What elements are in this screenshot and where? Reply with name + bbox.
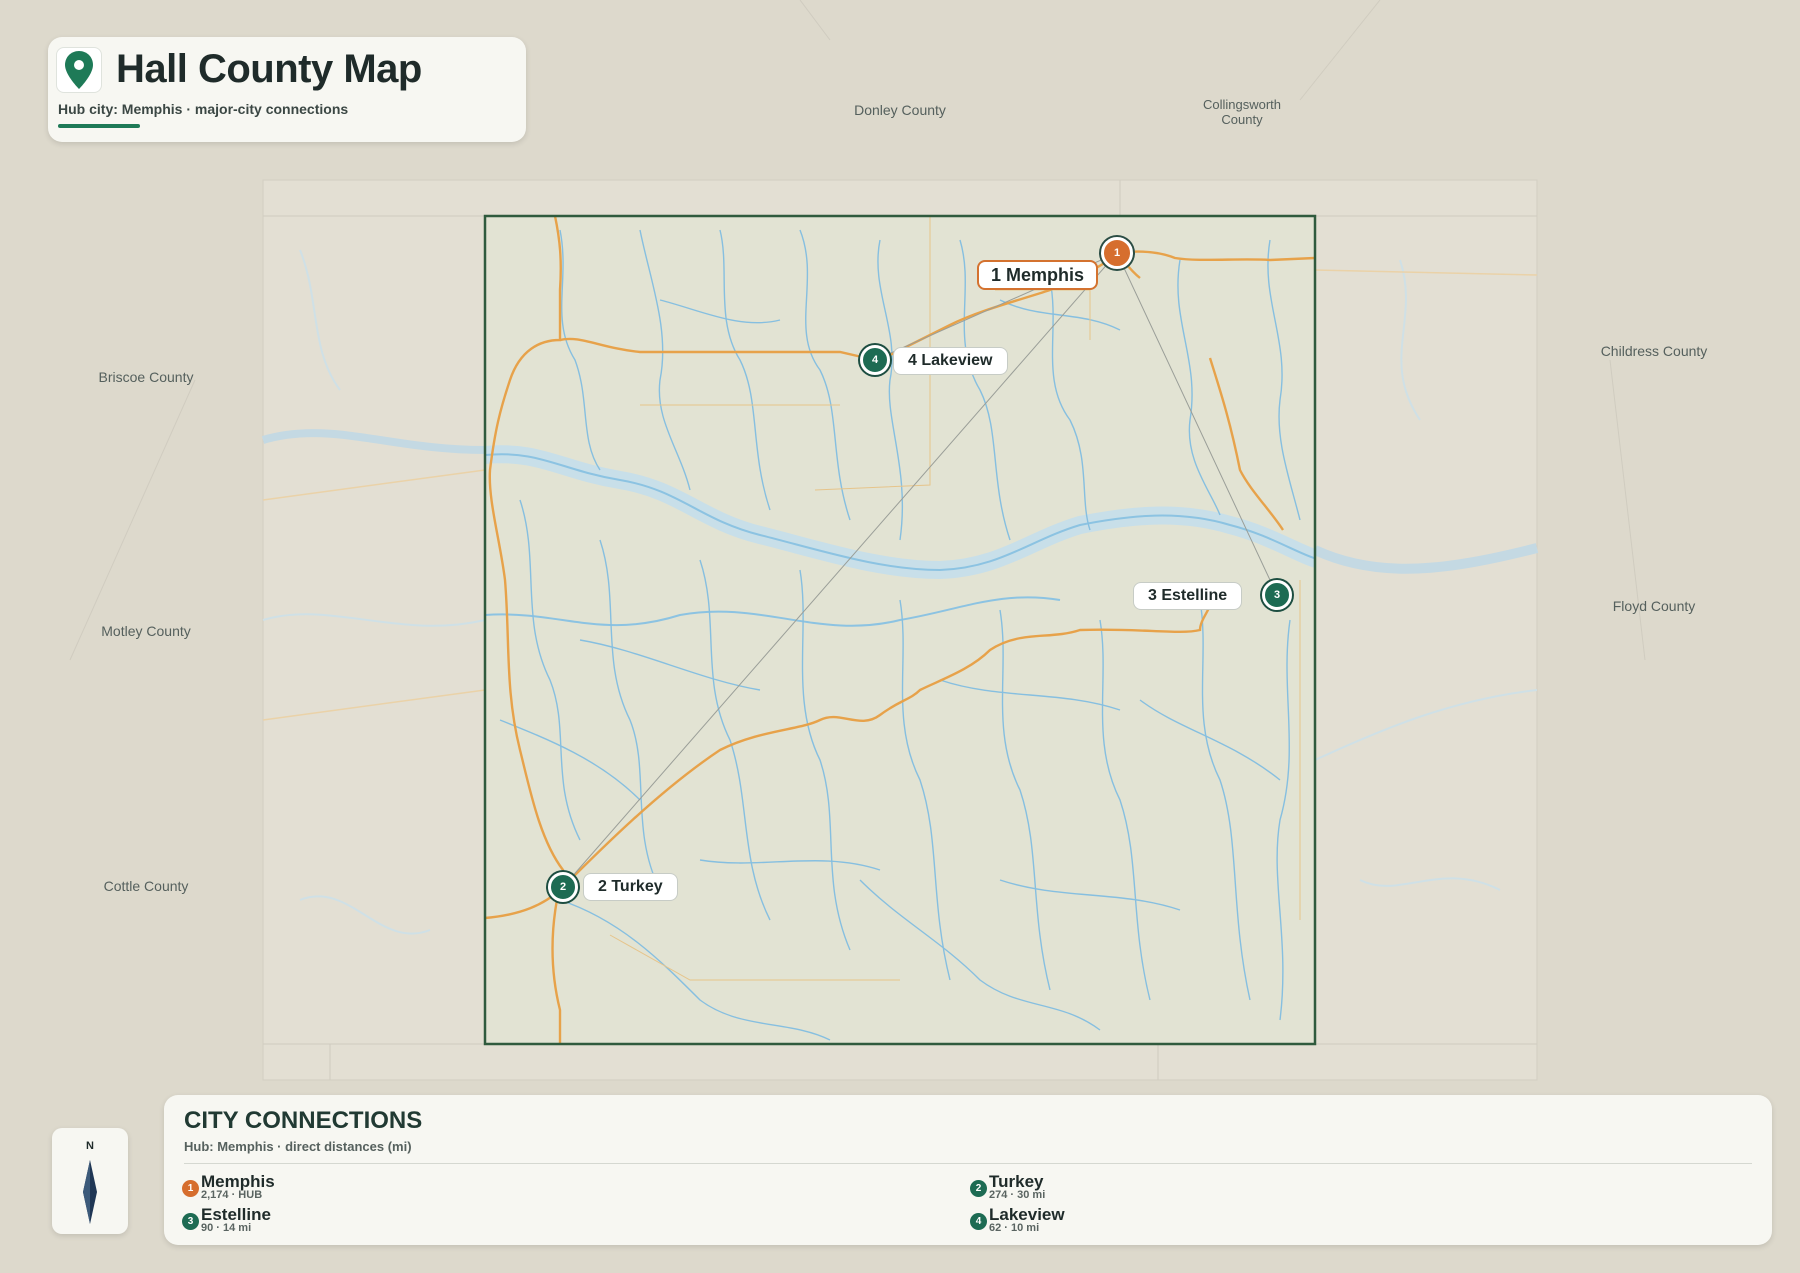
compass: N: [52, 1128, 128, 1234]
legend-number-badge: 4: [970, 1213, 987, 1230]
map-canvas[interactable]: [0, 0, 1800, 1273]
city-label-estelline[interactable]: 3 Estelline: [1133, 582, 1243, 610]
legend-number-badge: 1: [182, 1180, 199, 1197]
legend-city-name: Lakeview: [989, 1205, 1065, 1224]
compass-needle-icon: [83, 1160, 97, 1224]
compass-north-label: N: [86, 1140, 94, 1152]
neighbor-label-childress: Childress County: [1600, 343, 1708, 359]
neighbor-label-motley: Motley County: [101, 623, 191, 639]
legend-divider: [184, 1163, 1752, 1164]
title-card: Hall County Map Hub city: Memphis · majo…: [48, 37, 526, 142]
hall-county-area: [485, 216, 1315, 1044]
neighbor-label-floyd: Floyd County: [1612, 598, 1696, 614]
legend-city-name: Turkey: [989, 1172, 1044, 1191]
page-title: Hall County Map: [116, 47, 422, 91]
neighbor-label-donley: Donley County: [854, 102, 946, 118]
legend-number-badge: 2: [970, 1180, 987, 1197]
legend-subtitle: Hub: Memphis · direct distances (mi): [184, 1139, 412, 1154]
city-label-memphis[interactable]: 1 Memphis: [977, 260, 1099, 290]
location-pin-icon: [56, 47, 102, 93]
city-label-turkey[interactable]: 2 Turkey: [583, 873, 678, 901]
legend-number-badge: 3: [182, 1213, 199, 1230]
legend-city-name: Memphis: [201, 1172, 275, 1191]
title-accent-bar: [58, 124, 140, 128]
legend-city-name: Estelline: [201, 1205, 271, 1224]
city-label-lakeview[interactable]: 4 Lakeview: [893, 347, 1008, 375]
legend-city-detail: 62 · 10 mi: [989, 1222, 1040, 1234]
legend-city-detail: 274 · 30 mi: [989, 1189, 1046, 1201]
legend-title: CITY CONNECTIONS: [184, 1107, 423, 1134]
neighbor-label-cottle: Cottle County: [103, 878, 189, 894]
legend-city-detail: 90 · 14 mi: [201, 1222, 252, 1234]
page-subtitle: Hub city: Memphis · major-city connectio…: [58, 101, 349, 117]
city-marker-turkey[interactable]: 2: [548, 872, 578, 902]
neighbor-label-collingsworth: Collingsworth County: [1202, 97, 1282, 127]
legend-panel: CITY CONNECTIONS Hub: Memphis · direct d…: [164, 1095, 1772, 1245]
neighbor-label-briscoe: Briscoe County: [98, 369, 194, 385]
city-marker-memphis[interactable]: 1: [1101, 237, 1133, 269]
legend-city-detail: 2,174 · HUB: [201, 1189, 263, 1201]
city-marker-lakeview[interactable]: 4: [860, 345, 890, 375]
city-marker-estelline[interactable]: 3: [1262, 580, 1292, 610]
